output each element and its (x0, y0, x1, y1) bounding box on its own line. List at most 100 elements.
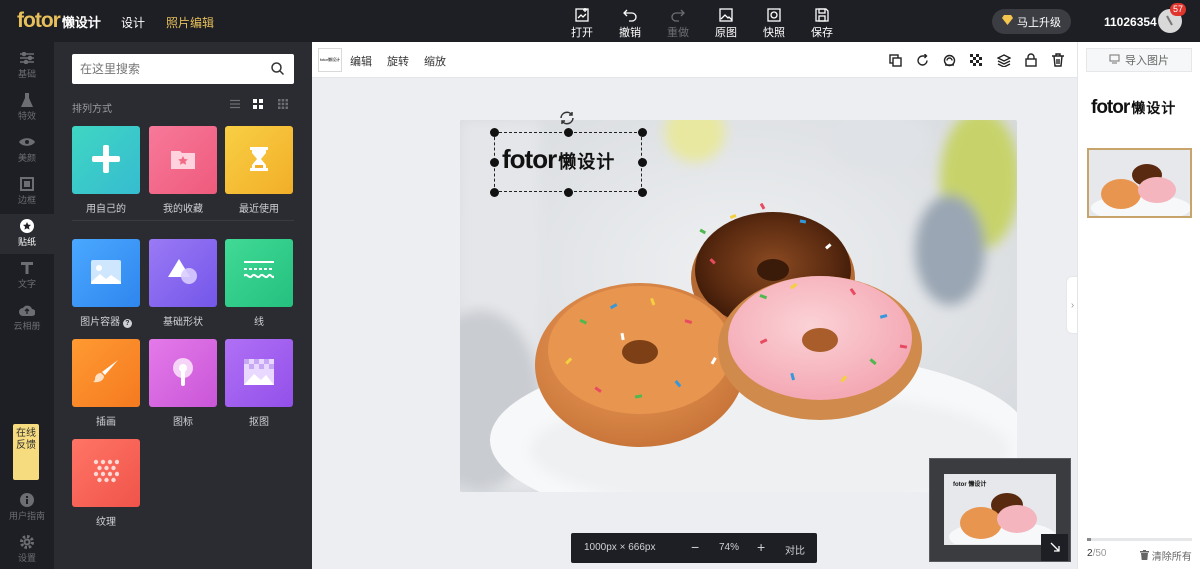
original-icon (702, 6, 750, 24)
help-icon[interactable]: ? (122, 319, 132, 328)
sidebar-item-guide[interactable]: 用户指南 (0, 492, 54, 522)
small-grid-view-icon[interactable] (278, 98, 288, 112)
resize-handle[interactable] (638, 128, 647, 137)
save-icon (798, 6, 846, 24)
frame-icon (0, 176, 54, 192)
image-icon (91, 259, 121, 287)
open-button[interactable]: 打开 (558, 6, 606, 40)
diamond-icon (1002, 15, 1013, 28)
tile-recent[interactable]: 最近使用 (225, 126, 293, 215)
folder-star-icon (171, 149, 195, 172)
open-icon (558, 6, 606, 24)
list-view-icon[interactable] (230, 98, 240, 112)
clear-all-button[interactable]: 清除所有 (1140, 548, 1192, 563)
search-box (72, 54, 294, 84)
tile-illustration[interactable]: 插画 (72, 339, 140, 428)
upgrade-button[interactable]: 马上升级 (992, 9, 1071, 34)
zoom-in-button[interactable]: + (757, 539, 765, 555)
eye-icon (0, 134, 54, 150)
canvas-workspace: fotor 懒设计 1000px × 666px − 74% + 对比 fotor… (312, 78, 1077, 569)
sidebar-item-settings[interactable]: 设置 (0, 534, 54, 564)
text-icon (0, 260, 54, 276)
sticker-icon (0, 218, 54, 234)
sidebar-item-basic[interactable]: 基础 (0, 50, 54, 80)
sticker-preview[interactable]: fotor 懒设计 (1091, 97, 1176, 119)
fotor-logo[interactable]: fotor 懒设计 (17, 9, 101, 33)
right-panel: 导入图片 fotor 懒设计 2/50 清除所有 (1077, 42, 1200, 569)
tile-basic-shapes[interactable]: 基础形状 (149, 239, 217, 328)
resize-handle[interactable] (638, 158, 647, 167)
nav-design[interactable]: 设计 (121, 14, 145, 31)
duplicate-icon[interactable] (887, 52, 904, 68)
sidebar-item-frames[interactable]: 边框 (0, 176, 54, 206)
delete-icon[interactable] (1049, 52, 1066, 68)
search-icon[interactable] (271, 62, 285, 78)
layers-icon[interactable] (995, 52, 1012, 68)
tile-cutout[interactable]: 抠图 (225, 339, 293, 428)
trash-icon (1140, 550, 1149, 563)
resize-handle[interactable] (490, 158, 499, 167)
tile-lines[interactable]: 线 (225, 239, 293, 328)
zoom-level: 74% (719, 542, 740, 553)
redo-icon (654, 6, 702, 24)
resize-handle[interactable] (490, 188, 499, 197)
sidebar-item-cloud[interactable]: 云相册 (0, 302, 54, 332)
sidebar-item-effects[interactable]: 特效 (0, 92, 54, 122)
rotate-handle-icon[interactable] (559, 111, 575, 128)
chevron-right-icon: › (1070, 299, 1075, 311)
lines-icon (243, 260, 275, 287)
edit-toolbar: fotor懒设计 编辑 旋转 缩放 (312, 42, 1077, 78)
redo-button[interactable]: 重做 (654, 6, 702, 40)
original-button[interactable]: 原图 (702, 6, 750, 40)
storage-progress (1087, 538, 1192, 541)
minimap-toggle-button[interactable] (1041, 534, 1068, 561)
resize-handle[interactable] (490, 128, 499, 137)
feedback-button[interactable]: 在线反馈 (13, 424, 39, 480)
snapshot-button[interactable]: 快照 (750, 6, 798, 40)
search-input[interactable] (72, 54, 262, 84)
scale-button[interactable]: 缩放 (424, 53, 446, 69)
brush-icon (93, 359, 119, 388)
resize-handle[interactable] (638, 188, 647, 197)
resize-handle[interactable] (564, 188, 573, 197)
lock-icon[interactable] (1022, 52, 1039, 68)
sidebar-item-text[interactable]: 文字 (0, 260, 54, 290)
dots-icon (93, 459, 120, 488)
rotate-icon[interactable] (914, 52, 931, 68)
tile-favorites[interactable]: 我的收藏 (149, 126, 217, 215)
color-icon[interactable] (941, 52, 958, 68)
edit-button[interactable]: 编辑 (350, 53, 372, 69)
shapes-icon (168, 258, 198, 288)
divider (72, 220, 294, 221)
nav-photo-edit[interactable]: 照片编辑 (166, 14, 214, 31)
layer-actions (887, 52, 1066, 68)
hourglass-icon (250, 146, 268, 174)
image-thumbnail[interactable] (1087, 148, 1192, 218)
save-button[interactable]: 保存 (798, 6, 846, 40)
sidebar-item-stickers[interactable]: 贴纸 (0, 214, 54, 254)
image-count: 2/50 (1087, 548, 1107, 559)
pin-icon (172, 357, 194, 389)
tile-upload-own[interactable]: 用自己的 (72, 126, 140, 215)
tile-texture[interactable]: 纹理 (72, 439, 140, 528)
transparency-icon[interactable] (968, 52, 985, 68)
sidebar-item-beauty[interactable]: 美颜 (0, 134, 54, 164)
tile-image-container[interactable]: 图片容器 ? (72, 239, 140, 328)
rotate-button[interactable]: 旋转 (387, 53, 409, 69)
tile-icons[interactable]: 图标 (149, 339, 217, 428)
minimap-image: fotor 懒设计 (944, 474, 1056, 545)
grid-view-icon[interactable] (253, 98, 263, 112)
sort-label: 排列方式 (72, 104, 112, 115)
canvas-size: 1000px × 666px (584, 542, 656, 553)
notification-badge[interactable]: 57 (1170, 3, 1187, 16)
collapse-arrow-icon (1050, 541, 1060, 555)
left-sidebar: 基础 特效 美颜 边框 贴纸 文字 云相册 在线反馈 用户指南 设置 (0, 42, 54, 569)
main-tools: 打开 撤销 重做 原图 快照 保存 (558, 6, 846, 40)
selection-box[interactable] (494, 132, 642, 192)
zoom-out-button[interactable]: − (691, 539, 699, 555)
selected-layer-thumbnail[interactable]: fotor懒设计 (318, 48, 342, 72)
undo-button[interactable]: 撤销 (606, 6, 654, 40)
import-image-button[interactable]: 导入图片 (1086, 48, 1192, 72)
resize-handle[interactable] (564, 128, 573, 137)
compare-button[interactable]: 对比 (785, 542, 805, 557)
